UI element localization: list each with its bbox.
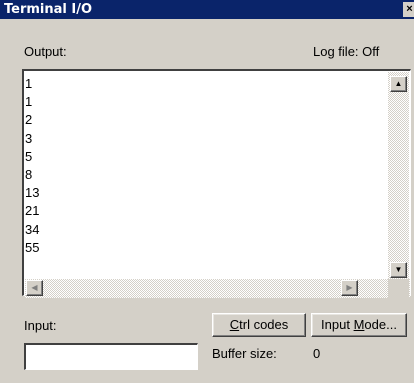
output-label: Output:	[24, 44, 67, 59]
output-line: 2	[25, 112, 33, 128]
close-icon[interactable]: ×	[403, 2, 414, 17]
scroll-right-icon[interactable]: ▶	[341, 280, 358, 296]
output-line: 13	[25, 185, 40, 201]
scrollbar-corner	[388, 279, 409, 298]
horizontal-scrollbar[interactable]: ◀ ▶	[25, 279, 410, 298]
input-mode-prefix: Input	[321, 317, 354, 332]
input-mode-button[interactable]: Input Mode...	[311, 313, 407, 337]
window-title: Terminal I/O	[4, 2, 93, 17]
input-mode-label: ode...	[364, 317, 397, 332]
scroll-left-icon[interactable]: ◀	[26, 280, 43, 296]
output-line: 1	[25, 76, 33, 91]
terminal-io-window: Terminal I/O × Output: Log file: Off 1 1…	[0, 0, 414, 383]
buffer-size-label: Buffer size:	[212, 346, 277, 361]
output-line: 1	[25, 94, 33, 110]
output-line: 55	[25, 239, 40, 255]
output-lines: 1 1 2 3 5 8 13 21 34 55	[25, 75, 39, 257]
scroll-down-icon[interactable]: ▼	[390, 262, 407, 278]
terminal-input-field[interactable]	[24, 343, 198, 370]
output-line: 3	[25, 130, 33, 146]
output-line: 21	[25, 203, 40, 219]
output-line: 5	[25, 148, 33, 164]
output-pane[interactable]: 1 1 2 3 5 8 13 21 34 55 ▲ ▼ ◀ ▶	[22, 69, 411, 298]
ctrl-codes-button[interactable]: Ctrl codes	[212, 313, 306, 337]
input-mode-mnemonic: M	[353, 317, 365, 332]
ctrl-codes-mnemonic: C	[229, 317, 240, 332]
buffer-size-value: 0	[313, 346, 321, 361]
title-bar[interactable]: Terminal I/O ×	[0, 0, 414, 19]
scroll-up-icon[interactable]: ▲	[390, 76, 407, 92]
log-file-status: Log file: Off	[313, 44, 380, 59]
output-line: 34	[25, 221, 40, 237]
vertical-scrollbar[interactable]: ▲ ▼	[388, 72, 409, 286]
ctrl-codes-label: trl codes	[239, 317, 289, 332]
output-line: 8	[25, 166, 33, 182]
input-label: Input:	[24, 318, 57, 333]
